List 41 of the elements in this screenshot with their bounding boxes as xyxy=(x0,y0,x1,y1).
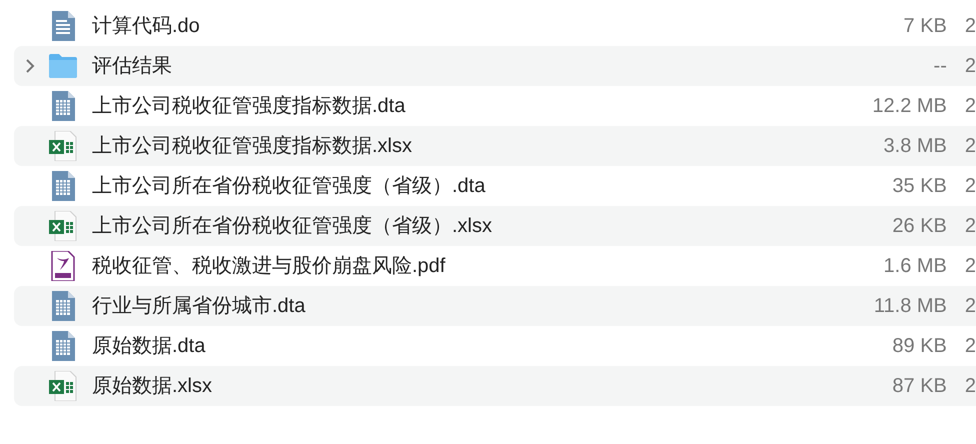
file-size: -- xyxy=(934,54,947,79)
date-text: 2 xyxy=(964,254,976,279)
spreadsheet-icon xyxy=(49,211,77,241)
date-text: 2 xyxy=(964,214,976,239)
file-name[interactable]: 税收征管、税收激进与股价崩盘风险.pdf xyxy=(92,251,446,281)
file-size: 89 KB xyxy=(892,334,947,359)
date-text: 2 xyxy=(964,54,976,79)
date-text: 2 xyxy=(964,14,976,39)
pdf-document-icon xyxy=(51,251,75,281)
grid-document-icon xyxy=(51,331,75,361)
date-text: 2 xyxy=(964,294,976,319)
spreadsheet-icon xyxy=(49,371,77,401)
text-document-icon xyxy=(51,11,75,41)
file-size: 35 KB xyxy=(892,174,947,199)
file-size: 7 KB xyxy=(904,14,947,39)
file-size: 87 KB xyxy=(892,374,947,399)
file-name[interactable]: 上市公司所在省份税收征管强度（省级）.dta xyxy=(92,171,486,201)
date-text: 2 xyxy=(964,174,976,199)
file-name[interactable]: 上市公司所在省份税收征管强度（省级）.xlsx xyxy=(92,211,492,241)
spreadsheet-icon xyxy=(49,131,77,161)
grid-document-icon xyxy=(51,291,75,321)
folder-icon xyxy=(48,54,78,78)
file-size: 3.8 MB xyxy=(884,134,947,159)
date-text: 2 xyxy=(964,374,976,399)
date-text: 2 xyxy=(964,94,976,119)
date-text: 2 xyxy=(964,334,976,359)
file-size: 11.8 MB xyxy=(874,294,947,319)
file-name[interactable]: 原始数据.xlsx xyxy=(92,371,212,401)
file-size: 1.6 MB xyxy=(884,254,947,279)
grid-document-icon xyxy=(51,91,75,121)
disclosure-chevron-icon[interactable] xyxy=(25,59,35,73)
file-name[interactable]: 行业与所属省份城市.dta xyxy=(92,291,306,321)
file-name[interactable]: 评估结果 xyxy=(92,51,172,81)
date-text: 2 xyxy=(964,134,976,159)
file-name[interactable]: 计算代码.do xyxy=(92,11,200,41)
file-name[interactable]: 上市公司税收征管强度指标数据.dta xyxy=(92,91,406,121)
file-name[interactable]: 原始数据.dta xyxy=(92,331,206,361)
file-size: 12.2 MB xyxy=(872,94,947,119)
file-size: 26 KB xyxy=(892,214,947,239)
grid-document-icon xyxy=(51,171,75,201)
file-name[interactable]: 上市公司税收征管强度指标数据.xlsx xyxy=(92,131,412,161)
